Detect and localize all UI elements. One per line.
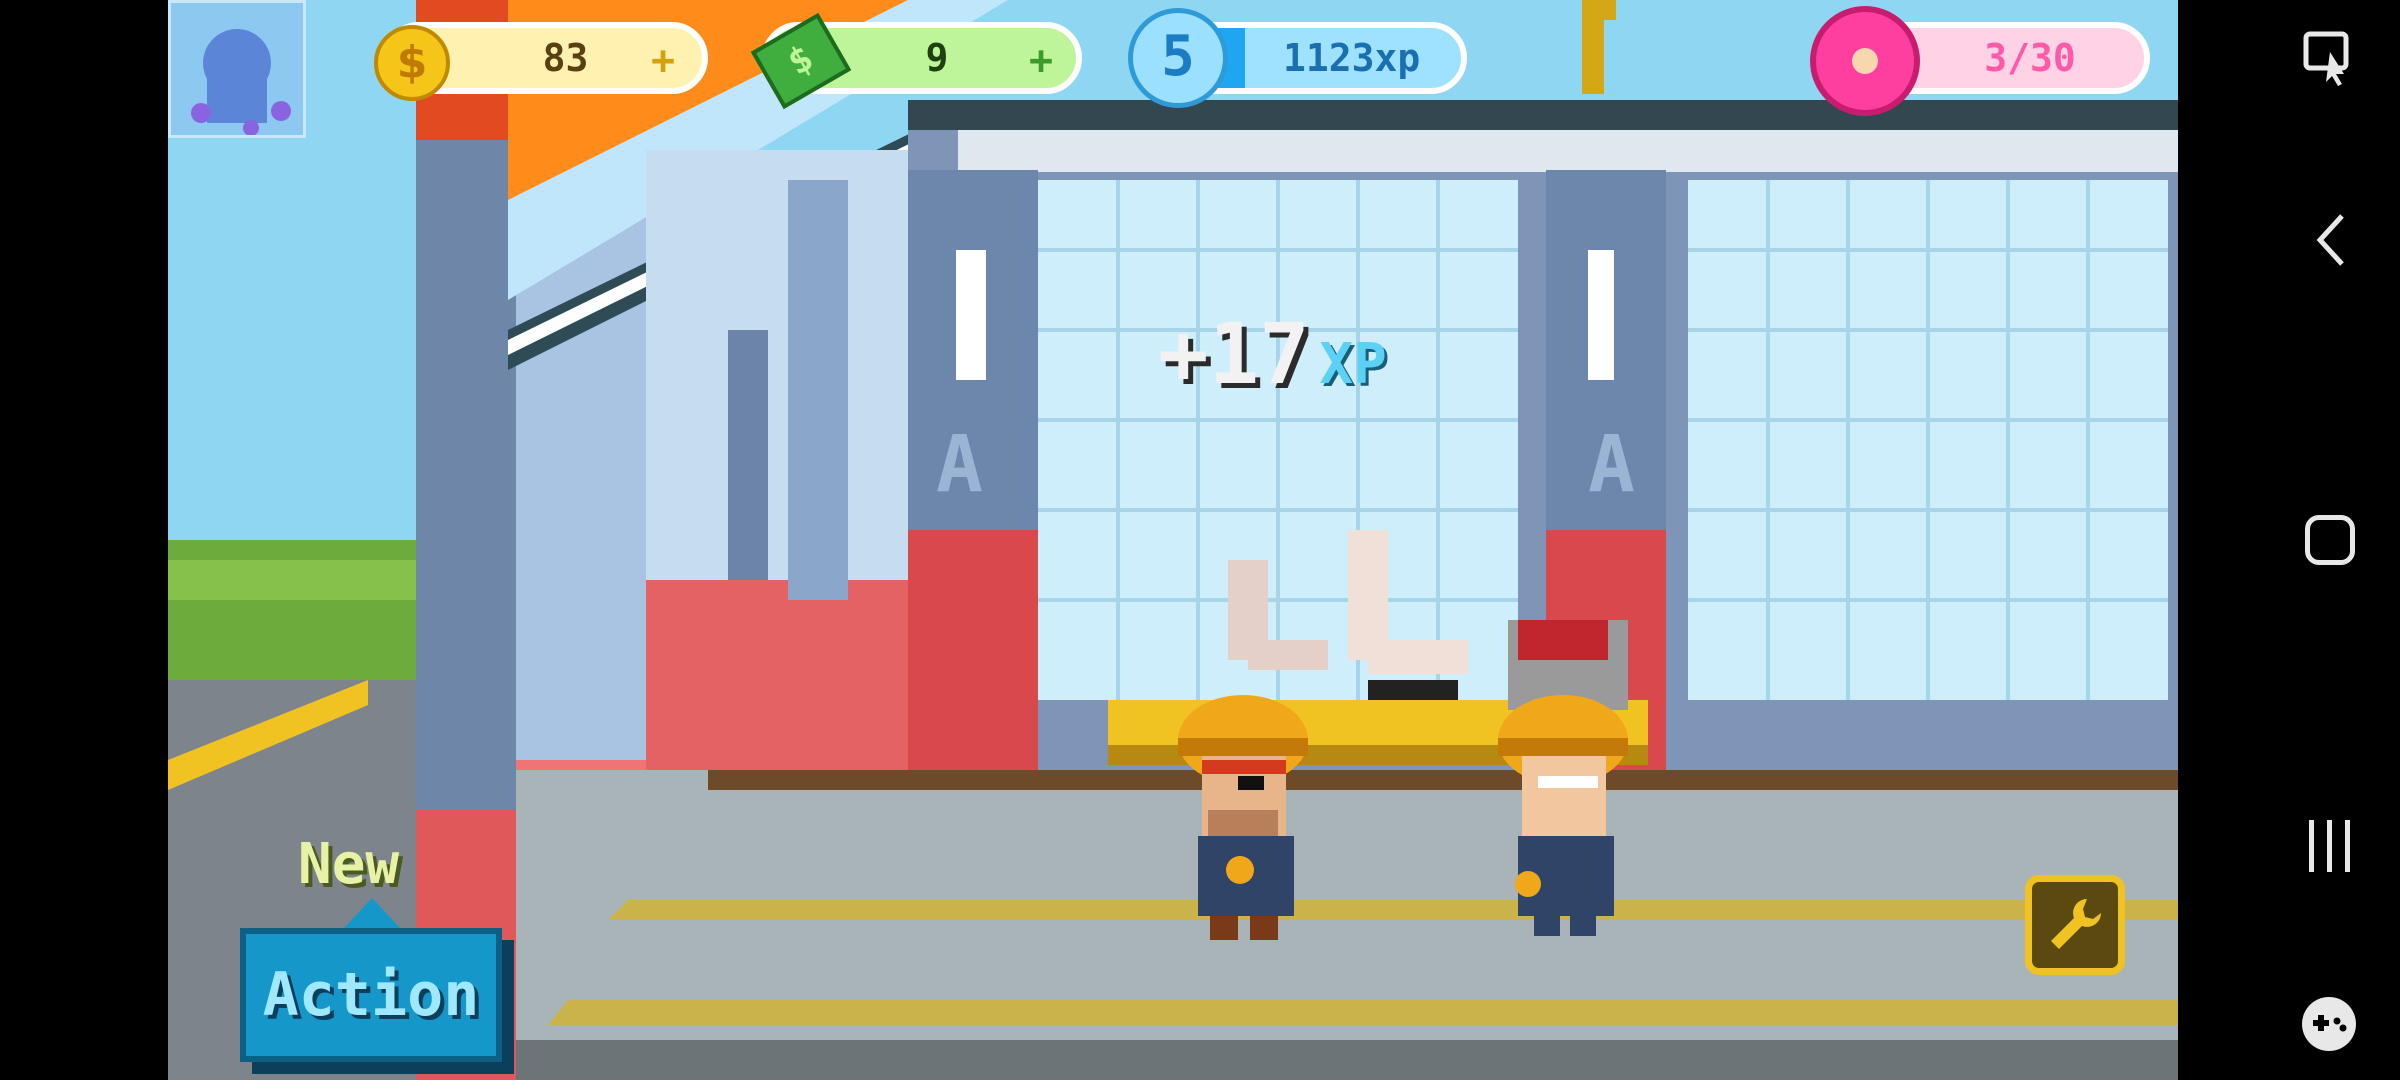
donut-icon — [1810, 6, 1920, 116]
new-arrow — [344, 898, 400, 928]
recents-icon[interactable] — [2305, 818, 2355, 874]
factory-scene — [168, 0, 2178, 1080]
screen-mirror-icon[interactable] — [2300, 28, 2360, 88]
cash-value: 9 — [925, 36, 949, 80]
action-button-label: Action — [262, 960, 480, 1030]
door-letter: A — [1588, 420, 1635, 510]
coin-icon: $ — [374, 25, 450, 101]
worker-eyepatch[interactable] — [1178, 690, 1318, 950]
add-cash-button[interactable]: + — [1029, 38, 1053, 84]
donut-value: 3/30 — [1984, 36, 2076, 80]
avatar-icon[interactable] — [168, 0, 306, 138]
game-viewport[interactable]: 83 $ + 9 $ + 1123xp 5 3/30 +17 XP A A Ne… — [168, 0, 2178, 1080]
xp-gain-amount: +17 — [1158, 305, 1310, 403]
add-coins-button[interactable]: + — [651, 38, 675, 84]
xp-gain-unit: XP — [1319, 332, 1387, 397]
level-value: 5 — [1161, 24, 1195, 89]
new-label: New — [298, 832, 400, 897]
ceiling-pipe — [1594, 0, 1616, 20]
home-icon[interactable] — [2305, 515, 2355, 565]
worker-glasses[interactable] — [1488, 690, 1628, 950]
wrench-button[interactable] — [2025, 875, 2125, 975]
coins-value: 83 — [542, 36, 589, 80]
xp-gain-popup: +17 XP — [1158, 305, 1387, 403]
xp-value: 1123xp — [1283, 36, 1421, 80]
door-letter: A — [936, 420, 983, 510]
level-icon: 5 — [1128, 8, 1228, 108]
back-icon[interactable] — [2312, 210, 2352, 270]
action-button[interactable]: Action — [240, 928, 502, 1062]
wrench-icon — [2051, 899, 2101, 949]
gamepad-icon[interactable] — [2299, 994, 2359, 1054]
